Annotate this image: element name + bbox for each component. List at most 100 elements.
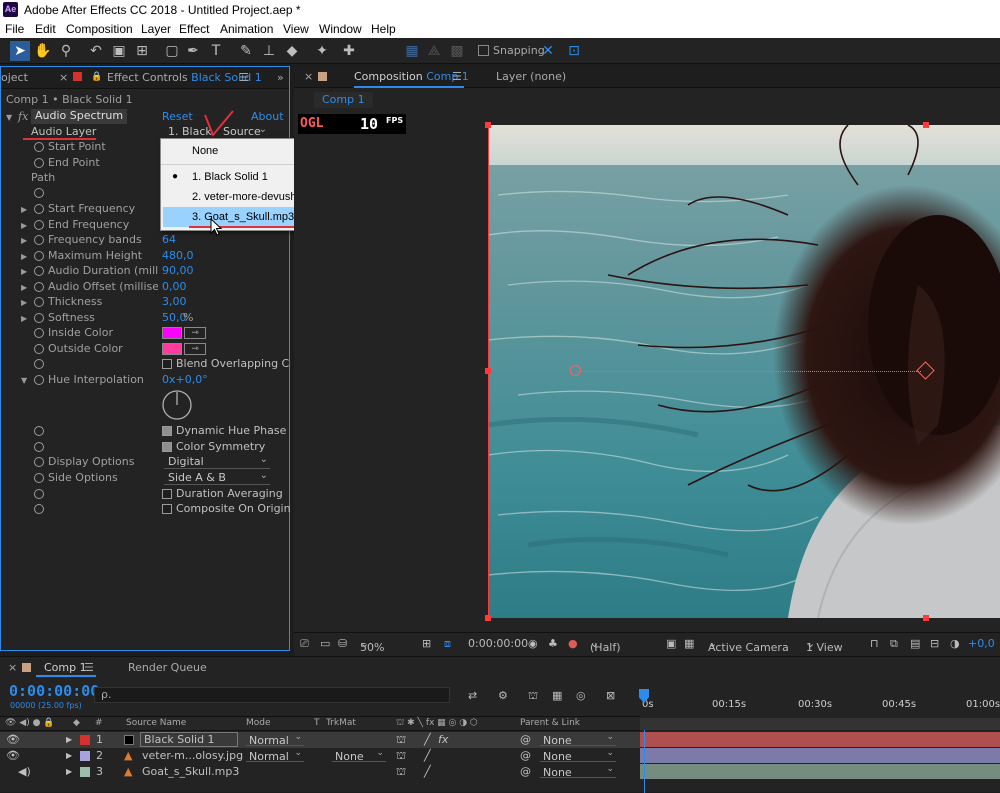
table-row[interactable]: 👁 ▶ 2 ▲ veter-m...olosy.jpg Normal ⌄ None… (0, 748, 640, 764)
stopwatch-icon[interactable] (34, 489, 44, 499)
duration-averaging-checkbox[interactable] (162, 489, 172, 499)
menu-composition[interactable]: Composition (66, 22, 133, 36)
shy-switch-icon[interactable]: ⛫ (396, 749, 406, 764)
panel-overflow-icon[interactable]: » (277, 71, 284, 84)
expand-triangle-icon[interactable]: ▶ (66, 751, 72, 760)
mode-dropdown[interactable]: Normal ⌄ (246, 732, 304, 747)
stopwatch-icon[interactable] (34, 188, 44, 198)
quality-switch-icon[interactable]: ╱ (424, 765, 431, 778)
panel-menu-icon[interactable]: ☰ (239, 71, 249, 84)
eyedropper-icon[interactable]: ⇾ (184, 343, 206, 355)
selection-tool-icon[interactable]: ➤ (10, 41, 30, 61)
axis-world-icon[interactable]: ⟁ (424, 41, 444, 61)
expand-triangle-icon[interactable]: ▶ (66, 767, 72, 776)
bounds-handle[interactable] (923, 122, 929, 128)
collapse-triangle-icon[interactable]: ▼ (6, 113, 12, 122)
menu-animation[interactable]: Animation (220, 22, 273, 36)
channel-icon[interactable]: ● (568, 637, 578, 650)
speaker-icon[interactable]: ◀) (18, 765, 31, 778)
snap-options-icon[interactable]: ✕ (538, 41, 558, 61)
monitor-icon[interactable]: ▭ (320, 637, 330, 650)
snapshot-icon[interactable]: ◉ (528, 637, 538, 650)
close-icon[interactable]: × (59, 71, 68, 84)
fx-icon[interactable]: fx (438, 733, 448, 746)
view-layout-dropdown[interactable]: 1 View ⌄ (806, 637, 843, 654)
lock-icon[interactable]: 🔒 (91, 72, 102, 82)
shy-switch-icon[interactable]: ⛫ (396, 733, 406, 748)
stopwatch-icon[interactable] (34, 251, 44, 261)
axis-view-icon[interactable]: ▩ (447, 41, 467, 61)
composition-viewer[interactable]: OGL 10 FPS (294, 110, 1000, 634)
snapping-checkbox[interactable] (478, 45, 489, 56)
graph-editor-icon[interactable]: ⊠ (606, 689, 615, 702)
stopwatch-icon[interactable] (34, 158, 44, 168)
exposure-value[interactable]: +0,0 (968, 637, 995, 650)
stopwatch-icon[interactable] (34, 344, 44, 354)
layer-name[interactable]: Goat_s_Skull.mp3 (142, 765, 239, 778)
menu-file[interactable]: File (5, 22, 24, 36)
menu-help[interactable]: Help (371, 22, 396, 36)
stopwatch-icon[interactable] (34, 313, 44, 323)
grid-icon[interactable]: ⊞ (422, 637, 431, 650)
expand-triangle-icon[interactable]: ▶ (21, 314, 27, 323)
parent-dropdown[interactable]: None ⌄ (540, 764, 616, 779)
show-snapshot-icon[interactable]: ♣ (548, 637, 558, 650)
table-row[interactable]: ◀) ▶ 3 ▲ Goat_s_Skull.mp3 ⛫ ╱ @ None ⌄ (0, 764, 640, 780)
hand-tool-icon[interactable]: ✋ (33, 41, 53, 61)
current-timecode[interactable]: 0:00:00:00 (9, 682, 99, 700)
eraser-tool-icon[interactable]: ◆ (282, 41, 302, 61)
tab-render-queue[interactable]: Render Queue (128, 661, 207, 674)
menu-window[interactable]: Window (319, 22, 362, 36)
outside-color-swatch[interactable] (162, 343, 182, 355)
trkmat-dropdown[interactable]: None ⌄ (332, 748, 386, 763)
effect-reset-link[interactable]: Reset (162, 110, 193, 123)
bounds-handle[interactable] (485, 122, 491, 128)
expand-triangle-icon[interactable]: ▶ (66, 735, 72, 744)
close-icon[interactable]: × (8, 661, 17, 674)
composite-on-original-checkbox[interactable] (162, 504, 172, 514)
label-color-icon[interactable] (80, 751, 90, 761)
dynamic-hue-phase-checkbox[interactable] (162, 426, 172, 436)
hue-interpolation-value[interactable]: 0x+0,0° (162, 373, 208, 386)
side-options-dropdown[interactable]: Side A & B ⌄ (164, 470, 270, 485)
pickwhip-icon[interactable]: @ (520, 733, 531, 746)
color-symmetry-checkbox[interactable] (162, 442, 172, 452)
clone-stamp-tool-icon[interactable]: ⊥ (259, 41, 279, 61)
inside-color-swatch[interactable] (162, 327, 182, 339)
collapse-triangle-icon[interactable]: ▼ (21, 376, 27, 385)
zoom-tool-icon[interactable]: ⚲ (56, 41, 76, 61)
exposure-icon[interactable]: ◑ (950, 637, 960, 650)
tab-layer[interactable]: Layer (none) (496, 70, 566, 83)
zoom-dropdown[interactable]: 50% ⌄ (360, 637, 384, 654)
stopwatch-icon[interactable] (34, 328, 44, 338)
flowchart-icon[interactable]: ⊟ (930, 637, 939, 650)
angle-dial-icon[interactable] (160, 388, 194, 422)
expand-triangle-icon[interactable]: ▶ (21, 252, 27, 261)
rotate-tool-icon[interactable]: ↶ (86, 41, 106, 61)
quality-switch-icon[interactable]: ╱ (424, 749, 431, 762)
thickness-value[interactable]: 3,00 (162, 295, 187, 308)
layer-name[interactable]: veter-m...olosy.jpg (142, 749, 243, 762)
mask-icon[interactable]: ⛁ (338, 637, 347, 650)
stopwatch-icon[interactable] (34, 297, 44, 307)
eye-icon[interactable]: 👁 (6, 749, 20, 762)
stopwatch-icon[interactable] (34, 266, 44, 276)
stopwatch-icon[interactable] (34, 235, 44, 245)
parent-dropdown[interactable]: None ⌄ (540, 748, 616, 763)
transparency-grid-icon[interactable]: ▦ (684, 637, 694, 650)
fx-icon[interactable]: fx (18, 110, 28, 123)
audio-offset-value[interactable]: 0,00 (162, 280, 187, 293)
comp-mini-flowchart-icon[interactable]: ⇄ (468, 689, 477, 702)
stopwatch-icon[interactable] (34, 375, 44, 385)
comp-subtab[interactable]: Comp 1 (314, 92, 373, 108)
fast-preview-icon[interactable]: ▣ (666, 637, 676, 650)
region-of-interest-icon[interactable]: ⧈ (444, 637, 451, 651)
menu-edit[interactable]: Edit (35, 22, 56, 36)
bounds-handle[interactable] (923, 615, 929, 621)
effect-name[interactable]: Audio Spectrum (31, 109, 128, 124)
parent-dropdown[interactable]: None ⌄ (540, 732, 616, 747)
type-tool-icon[interactable]: T (206, 41, 226, 61)
menu-effect[interactable]: Effect (179, 22, 209, 36)
stopwatch-icon[interactable] (34, 142, 44, 152)
shy-layers-icon[interactable]: ⛫ (528, 689, 538, 704)
